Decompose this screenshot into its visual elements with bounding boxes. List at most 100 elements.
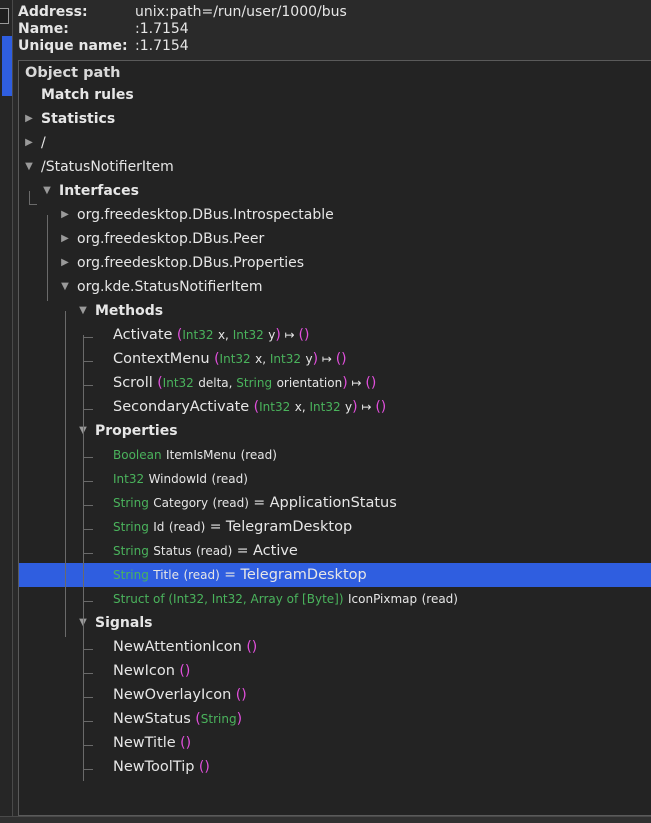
expand-arrow-icon[interactable]: ▶ [23, 131, 35, 155]
unique-name-value: :1.7154 [135, 38, 189, 54]
signal-name: NewTitle [113, 735, 176, 751]
prop-type: String [113, 544, 149, 558]
tree-item-root[interactable]: ▶ / [19, 131, 651, 155]
method-item[interactable]: SecondaryActivate (Int32 x, Int32 y) ↦ (… [19, 395, 651, 419]
property-item[interactable]: String Id (read) = TelegramDesktop [19, 515, 651, 539]
equals: = [232, 543, 253, 559]
arg-type: String [236, 376, 273, 390]
method-name: SecondaryActivate [113, 399, 250, 415]
tree-guide-line [83, 769, 93, 770]
prop-access: (read) [183, 568, 220, 582]
tree-item-iface-sni[interactable]: ▼ org.kde.StatusNotifierItem [19, 275, 651, 299]
tree-item-label: Methods [95, 303, 164, 319]
property-item[interactable]: Struct of (Int32, Int32, Array of [Byte]… [19, 587, 651, 611]
paren: ) [185, 735, 192, 751]
maps-to-arrow: ↦ [347, 376, 366, 390]
tree-item-interfaces[interactable]: ▼ Interfaces [19, 179, 651, 203]
arg-type: Int32 [309, 400, 341, 414]
signal-item[interactable]: NewStatus (String) [19, 707, 651, 731]
prop-name: Status [153, 544, 192, 558]
collapse-arrow-icon[interactable]: ▼ [41, 179, 53, 203]
paren: ) [184, 663, 191, 679]
arg-name: x [294, 400, 302, 414]
signal-item[interactable]: NewAttentionIcon () [19, 635, 651, 659]
expand-arrow-icon[interactable]: ▶ [59, 203, 71, 227]
arg-type: Int32 [232, 328, 264, 342]
collapse-arrow-icon[interactable]: ▼ [59, 275, 71, 299]
prop-type: Struct of (Int32, Int32, Array of [Byte]… [113, 592, 344, 606]
sep: , [262, 352, 270, 366]
tree-guide-line [83, 697, 93, 698]
column-header-object-path[interactable]: Object path [19, 61, 651, 83]
tree-item-methods[interactable]: ▼ Methods [19, 299, 651, 323]
address-row: Address: unix:path=/run/user/1000/bus [18, 4, 347, 21]
signal-name: NewOverlayIcon [113, 687, 232, 703]
properties-list: Boolean ItemIsMenu (read) Int32 WindowId… [19, 443, 651, 611]
arg-name: y [305, 352, 313, 366]
tree-guide-line [83, 457, 93, 458]
tree-item-match-rules[interactable]: Match rules [19, 83, 651, 107]
signal-item[interactable]: NewToolTip () [19, 755, 651, 779]
prop-name: ItemIsMenu [166, 448, 237, 462]
arg-type: Int32 [162, 376, 194, 390]
arg-type: Int32 [259, 400, 291, 414]
maps-to-arrow: ↦ [280, 328, 299, 342]
tree-item-status-notifier-path[interactable]: ▼ /StatusNotifierItem [19, 155, 651, 179]
property-item[interactable]: Boolean ItemIsMenu (read) [19, 443, 651, 467]
unique-name-label: Unique name: [18, 38, 128, 54]
left-pane-button[interactable] [0, 8, 9, 24]
object-tree[interactable]: Object path Match rules ▶ Statistics ▶ /… [18, 60, 651, 816]
tree-item-iface-peer[interactable]: ▶ org.freedesktop.DBus.Peer [19, 227, 651, 251]
property-item[interactable]: String Status (read) = Active [19, 539, 651, 563]
return-signature: () [365, 375, 377, 391]
method-item[interactable]: ContextMenu (Int32 x, Int32 y) ↦ () [19, 347, 651, 371]
tree-item-label: org.freedesktop.DBus.Peer [77, 231, 265, 247]
tree-item-label: Signals [95, 615, 153, 631]
connection-info: Address: unix:path=/run/user/1000/bus Na… [18, 4, 347, 55]
arg-type: Int32 [182, 328, 214, 342]
tree-guide-line [83, 601, 93, 602]
property-item[interactable]: String Category (read) = ApplicationStat… [19, 491, 651, 515]
methods-list: Activate (Int32 x, Int32 y) ↦ () Context… [19, 323, 651, 419]
tree-item-iface-introspectable[interactable]: ▶ org.freedesktop.DBus.Introspectable [19, 203, 651, 227]
tree-item-label: Match rules [41, 87, 134, 103]
collapse-arrow-icon[interactable]: ▼ [23, 155, 35, 179]
signal-item[interactable]: NewOverlayIcon () [19, 683, 651, 707]
prop-value: TelegramDesktop [225, 519, 353, 535]
expand-arrow-icon[interactable]: ▶ [59, 227, 71, 251]
property-item[interactable]: Int32 WindowId (read) [19, 467, 651, 491]
arg-name: delta [198, 376, 229, 390]
method-item[interactable]: Scroll (Int32 delta, String orientation)… [19, 371, 651, 395]
method-name: Scroll [113, 375, 153, 391]
tree-item-iface-properties[interactable]: ▶ org.freedesktop.DBus.Properties [19, 251, 651, 275]
name-label: Name: [18, 21, 69, 37]
signal-name: NewStatus [113, 711, 191, 727]
collapse-arrow-icon[interactable]: ▼ [77, 299, 89, 323]
tree-guide-line [29, 204, 37, 205]
tree-guide-line [83, 385, 93, 386]
unique-name-row: Unique name: :1.7154 [18, 38, 347, 55]
tree-item-statistics[interactable]: ▶ Statistics [19, 107, 651, 131]
prop-type: String [113, 520, 149, 534]
signals-list: NewAttentionIcon () NewIcon () NewOverla… [19, 635, 651, 779]
expand-arrow-icon[interactable]: ▶ [59, 251, 71, 275]
left-pane-selection[interactable] [2, 36, 12, 96]
maps-to-arrow: ↦ [318, 352, 336, 366]
tree-item-signals[interactable]: ▼ Signals [19, 611, 651, 635]
signal-name: NewIcon [113, 663, 175, 679]
equals: = [219, 567, 241, 583]
expand-arrow-icon[interactable]: ▶ [23, 107, 35, 131]
tree-item-label: Properties [95, 423, 178, 439]
property-item-selected[interactable]: String Title (read) = TelegramDesktop [19, 563, 651, 587]
prop-access: (read) [195, 544, 233, 558]
tree-guide-line [83, 361, 93, 362]
arg-type: Int32 [219, 352, 251, 366]
tree-guide-line [83, 505, 93, 506]
signal-item[interactable]: NewTitle () [19, 731, 651, 755]
method-item[interactable]: Activate (Int32 x, Int32 y) ↦ () [19, 323, 651, 347]
tree-item-properties[interactable]: ▼ Properties [19, 419, 651, 443]
maps-to-arrow: ↦ [357, 400, 376, 414]
prop-value: Active [253, 543, 298, 559]
signal-item[interactable]: NewIcon () [19, 659, 651, 683]
paren: ) [241, 687, 247, 703]
